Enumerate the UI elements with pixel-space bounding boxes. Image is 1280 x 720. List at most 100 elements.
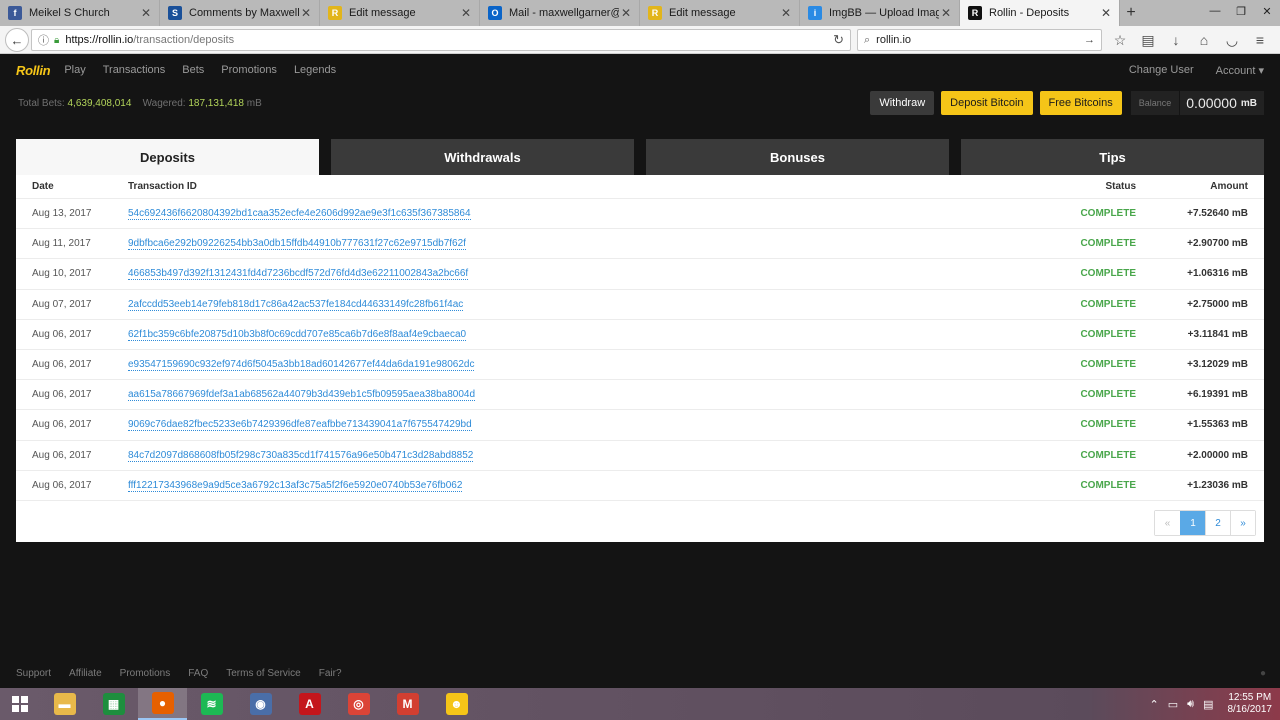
browser-tab-title: Edit message [349,7,416,19]
taskbar-clock[interactable]: 12:55 PM 8/16/2017 [1228,692,1273,716]
taskbar-app[interactable]: ☻ [432,688,481,720]
footer-support[interactable]: Support [16,668,51,679]
bookmark-star-icon[interactable]: ☆ [1106,26,1134,54]
row-transaction-link[interactable]: 84c7d2097d868608fb05f298c730a835cd1f7415… [128,450,474,462]
firefox-icon: ● [151,692,174,714]
nav-bets[interactable]: Bets [182,64,204,76]
rollin-icon: R [648,6,662,20]
row-amount: +3.11841 mB [1187,328,1248,340]
deposit-bitcoin-button[interactable]: Deposit Bitcoin [941,91,1033,115]
account-menu[interactable]: Account ▾ [1216,64,1264,77]
browser-tab-strip: f Meikel S Church ✕ S Comments by Maxwell (@… [0,0,1280,26]
taskbar-app[interactable]: ◎ [334,688,383,720]
url-path: /transaction/deposits [133,34,235,46]
nav-transactions[interactable]: Transactions [103,64,166,76]
header-date[interactable]: Date [32,181,54,192]
tray-chevron-icon[interactable]: ⌃ [1150,698,1159,711]
header-status[interactable]: Status [1105,181,1136,192]
reload-icon[interactable]: ↻ [833,32,844,48]
search-icon: ⌕ [864,33,871,46]
row-transaction-link[interactable]: aa615a78667969fdef3a1ab68562a44079b3d439… [128,389,476,402]
info-icon[interactable]: ⓘ [38,32,49,48]
row-transaction-link[interactable]: 9dbfbca6e292b09226254bb3a0db15ffdb44910b… [128,238,466,251]
close-tab-icon[interactable]: ✕ [939,6,953,20]
download-icon[interactable]: ↓ [1162,26,1190,54]
browser-tab[interactable]: R Edit message ✕ [320,0,480,26]
browser-tab-title: Meikel S Church [29,7,110,19]
pager-page-1[interactable]: 1 [1180,511,1205,535]
table-header: Date Transaction ID Status Amount [16,175,1264,198]
browser-tab[interactable]: f Meikel S Church ✕ [0,0,160,26]
browser-tab[interactable]: R Rollin - Deposits ✕ [960,0,1120,26]
pocket-icon[interactable]: ◡ [1218,26,1246,54]
action-center-icon[interactable]: ▤ [1203,698,1213,711]
browser-tab[interactable]: O Mail - maxwellgarner@live✕ [480,0,640,26]
total-bets-label: Total Bets: [18,98,65,109]
tab-bonuses[interactable]: Bonuses [646,139,949,175]
balance-display: Balance 0.00000 mB [1130,91,1264,115]
taskbar-app[interactable]: ◉ [236,688,285,720]
close-tab-icon[interactable]: ✕ [619,6,633,20]
nav-promotions[interactable]: Promotions [221,64,277,76]
withdraw-button[interactable]: Withdraw [870,91,935,115]
header-transaction-id[interactable]: Transaction ID [128,181,197,192]
footer-promotions[interactable]: Promotions [120,668,171,679]
row-transaction-link[interactable]: 62f1bc359c6bfe20875d10b3b8f0c69cdd707e85… [128,329,467,341]
tab-withdrawals[interactable]: Withdrawals [331,139,634,175]
balance-label: Balance [1130,91,1180,115]
pager-prev[interactable]: « [1155,511,1180,535]
row-transaction-link[interactable]: 2afccdd53eeb14e79feb818d17c86a42ac537fe1… [128,299,464,311]
footer-fair[interactable]: Fair? [319,668,342,679]
browser-tab[interactable]: S Comments by Maxwell (@✕ [160,0,320,26]
row-transaction-link[interactable]: fff12217343968e9a9d5ce3a6792c13af3c75a5f… [128,480,463,492]
url-bar[interactable]: ⓘ 🔒︎ https://rollin.io/transaction/depos… [31,29,851,51]
pager-page-2[interactable]: 2 [1205,511,1230,535]
search-go-icon[interactable]: → [1084,34,1095,46]
footer-affiliate[interactable]: Affiliate [69,668,102,679]
close-window-icon[interactable]: ✕ [1254,0,1280,22]
minimize-icon[interactable]: — [1202,0,1228,22]
row-transaction-link[interactable]: 466853b497d392f1312431fd4d7236bcdf572d76… [128,268,469,281]
taskbar-app[interactable]: A [285,688,334,720]
taskbar-app[interactable]: ▦ [89,688,138,720]
row-date: Aug 06, 2017 [32,359,92,370]
taskbar-app[interactable]: ● [138,688,187,720]
footer-menu-icon[interactable]: ● [1260,668,1266,679]
header-amount[interactable]: Amount [1210,181,1248,192]
row-transaction-link[interactable]: 9069c76dae82fbec5233e6b7429396dfe87eafbb… [128,419,472,432]
browser-tab[interactable]: R Edit message ✕ [640,0,800,26]
close-tab-icon[interactable]: ✕ [779,6,793,20]
rollin-logo[interactable]: Rollin [16,63,51,78]
free-bitcoins-button[interactable]: Free Bitcoins [1039,91,1122,115]
rollin-r-icon: R [968,6,982,20]
close-tab-icon[interactable]: ✕ [459,6,473,20]
new-tab-icon[interactable]: + [1120,0,1142,26]
pager-next[interactable]: » [1230,511,1255,535]
footer-faq[interactable]: FAQ [188,668,208,679]
nav-legends[interactable]: Legends [294,64,336,76]
menu-icon[interactable]: ≡ [1246,26,1274,54]
tab-deposits[interactable]: Deposits [16,139,319,175]
windows-start-icon[interactable] [0,688,40,720]
nav-play[interactable]: Play [64,64,85,76]
back-arrow-icon[interactable]: ← [5,28,29,52]
row-transaction-link[interactable]: e93547159690c932ef974d6f5045a3bb18ad6014… [128,359,475,371]
close-tab-icon[interactable]: ✕ [1099,6,1113,20]
network-icon[interactable]: ▭ [1168,698,1178,711]
home-icon[interactable]: ⌂ [1190,26,1218,54]
close-tab-icon[interactable]: ✕ [299,6,313,20]
row-transaction-link[interactable]: 54c692436f6620804392bd1caa352ecfe4e2606d… [128,208,471,220]
footer-terms[interactable]: Terms of Service [226,668,300,679]
taskbar-app[interactable]: M [383,688,432,720]
browser-tab[interactable]: i ImgBB — Upload Image —✕ [800,0,960,26]
taskbar-app[interactable]: ▬ [40,688,89,720]
maximize-icon[interactable]: ❐ [1228,0,1254,22]
change-user-link[interactable]: Change User [1129,64,1194,76]
close-tab-icon[interactable]: ✕ [139,6,153,20]
volume-icon[interactable]: 🔊︎ [1187,698,1194,711]
library-icon[interactable]: ▤ [1134,26,1162,54]
taskbar-app[interactable]: ≋ [187,688,236,720]
tab-tips[interactable]: Tips [961,139,1264,175]
table-row: Aug 06, 2017 fff12217343968e9a9d5ce3a6792… [16,469,1264,500]
search-bar[interactable]: ⌕ rollin.io → [857,29,1102,51]
